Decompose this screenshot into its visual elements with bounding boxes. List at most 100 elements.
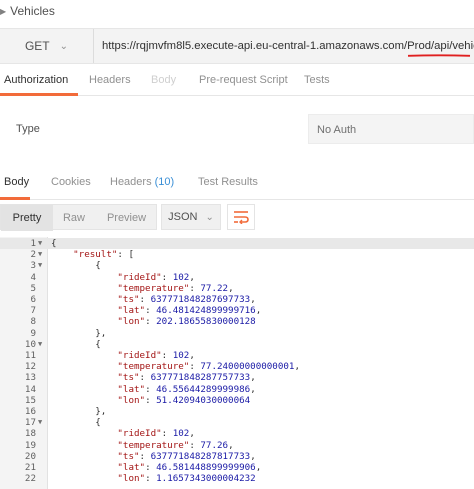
- format-label: JSON: [168, 211, 198, 223]
- code-text: "ts": 637771848287817733,: [117, 450, 256, 462]
- code-text: {: [51, 238, 57, 249]
- raw-button[interactable]: Raw: [53, 205, 95, 231]
- line-number: 19: [24, 439, 36, 451]
- code-text: },: [51, 327, 107, 339]
- code-text: "temperature": 77.22,: [117, 282, 234, 294]
- code-text: "lon": 202.18655830000128: [117, 316, 256, 328]
- code-text: "rideId": 102,: [117, 271, 195, 283]
- method-label: GET: [24, 39, 50, 53]
- wrap-lines-icon: [234, 211, 249, 224]
- code-line: 18 "rideId": 102,: [0, 428, 474, 439]
- chevron-down-icon: ⌄: [59, 40, 69, 52]
- preview-button[interactable]: Preview: [95, 205, 158, 231]
- code-line: 19 "temperature": 77.26,: [0, 440, 474, 451]
- code-text: },: [51, 406, 107, 417]
- line-number: 8: [30, 316, 36, 328]
- method-select[interactable]: GET ⌄: [0, 29, 94, 63]
- line-number: 22: [24, 473, 36, 485]
- request-title-bar[interactable]: ▶ Vehicles: [0, 0, 474, 22]
- tab-test-results[interactable]: Test Results: [198, 176, 258, 188]
- tab-authorization[interactable]: Authorization: [4, 74, 68, 86]
- active-tab-indicator: [0, 93, 78, 96]
- code-text: "temperature": 77.26,: [117, 439, 234, 451]
- line-number: 20: [24, 450, 36, 462]
- code-line: 12 "temperature": 77.24000000000001,: [0, 361, 474, 372]
- fold-toggle-icon[interactable]: ▼: [38, 238, 42, 249]
- line-number: 1: [30, 238, 36, 249]
- chevron-down-icon: ⌄: [205, 211, 214, 223]
- code-text: "lat": 46.581448899999906,: [117, 462, 262, 473]
- line-number: 4: [30, 271, 36, 283]
- pretty-button[interactable]: Pretty: [1, 205, 53, 231]
- response-toolbar: Pretty Raw Preview JSON ⌄: [0, 204, 474, 232]
- fold-toggle-icon[interactable]: ▼: [38, 339, 42, 350]
- code-line: 6 "ts": 637771848287697733,: [0, 294, 474, 305]
- tab-tests[interactable]: Tests: [304, 74, 330, 86]
- code-text: "lon": 1.1657343000004232: [117, 473, 256, 485]
- auth-type-label: Type: [16, 123, 40, 135]
- tab-pre-request-script[interactable]: Pre-request Script: [199, 74, 288, 86]
- line-number: 17: [24, 417, 36, 429]
- caret-right-icon[interactable]: ▶: [0, 7, 6, 16]
- request-bar: GET ⌄ https://rqjmvfm8l5.execute-api.eu-…: [0, 28, 474, 64]
- code-line: 3 ▼ {: [0, 260, 474, 271]
- code-text: {: [51, 338, 101, 350]
- code-text: {: [51, 417, 101, 429]
- url-input[interactable]: https://rqjmvfm8l5.execute-api.eu-centra…: [94, 29, 474, 63]
- line-number: 11: [24, 350, 36, 361]
- code-text: "rideId": 102,: [117, 350, 195, 361]
- view-mode-group: Pretty Raw Preview: [0, 204, 158, 231]
- format-select[interactable]: JSON ⌄: [161, 204, 221, 230]
- line-number: 7: [30, 305, 36, 317]
- code-text: "lat": 46.55644289999986,: [117, 383, 256, 395]
- code-line: 22 "lon": 1.1657343000004232: [0, 473, 474, 484]
- response-tabs: Body Cookies Headers (10) Test Results: [0, 170, 474, 200]
- fold-toggle-icon[interactable]: ▼: [38, 260, 42, 271]
- active-response-tab-indicator: [0, 197, 30, 200]
- request-tabs: Authorization Headers Body Pre-request S…: [0, 66, 474, 96]
- code-line: 1 ▼ {: [0, 238, 474, 250]
- code-text: "temperature": 77.24000000000001,: [117, 361, 300, 373]
- code-line: 21 "lat": 46.581448899999906,: [0, 462, 474, 473]
- code-text: "lon": 51.42094030000064: [117, 394, 251, 406]
- line-number: 15: [24, 394, 36, 406]
- line-number: 13: [24, 372, 36, 384]
- code-line: 11 "rideId": 102,: [0, 350, 474, 361]
- response-headers-count: (10): [154, 176, 175, 188]
- line-number: 2: [30, 249, 36, 261]
- fold-toggle-icon[interactable]: ▼: [38, 417, 42, 428]
- code-line: 7 "lat": 46.481424899999716,: [0, 305, 474, 316]
- tab-response-headers[interactable]: Headers (10): [110, 176, 174, 188]
- code-line: 20 "ts": 637771848287817733,: [0, 451, 474, 462]
- code-line: 14 "lat": 46.55644289999986,: [0, 384, 474, 395]
- line-number: 9: [30, 327, 36, 339]
- code-line: 15 "lon": 51.42094030000064: [0, 395, 474, 406]
- tab-cookies[interactable]: Cookies: [51, 176, 91, 188]
- tab-headers[interactable]: Headers: [89, 74, 131, 86]
- code-line: 5 "temperature": 77.22,: [0, 283, 474, 294]
- auth-type-select[interactable]: No Auth: [308, 114, 474, 144]
- line-number: 6: [30, 294, 36, 305]
- tab-body[interactable]: Body: [151, 74, 176, 86]
- line-number: 16: [24, 406, 36, 417]
- code-text: "rideId": 102,: [117, 428, 195, 440]
- code-line: 9 },: [0, 328, 474, 339]
- code-line: 16 },: [0, 406, 474, 417]
- code-text: "lat": 46.481424899999716,: [117, 305, 262, 317]
- code-line: 13 "ts": 637771848287757733,: [0, 372, 474, 383]
- fold-toggle-icon[interactable]: ▼: [38, 249, 42, 260]
- tab-response-body[interactable]: Body: [4, 176, 29, 188]
- line-number: 21: [24, 462, 36, 473]
- response-headers-label: Headers: [110, 176, 152, 188]
- response-body-viewer[interactable]: 1 ▼{2 ▼ "result": [3 ▼ {4 "rideId": 102, 5 "…: [0, 237, 474, 489]
- code-line: 10 ▼ {: [0, 339, 474, 350]
- line-number: 5: [30, 282, 36, 294]
- wrap-lines-button[interactable]: [227, 204, 255, 230]
- url-text: https://rqjmvfm8l5.execute-api.eu-centra…: [102, 40, 474, 52]
- code-line: 8 "lon": 202.18655830000128: [0, 316, 474, 327]
- auth-settings: Type No Auth: [0, 112, 474, 146]
- code-text: "ts": 637771848287757733,: [117, 372, 256, 384]
- code-line: 4 "rideId": 102,: [0, 272, 474, 283]
- code-line: 2 ▼ "result": [: [0, 249, 474, 260]
- line-number: 3: [30, 260, 36, 272]
